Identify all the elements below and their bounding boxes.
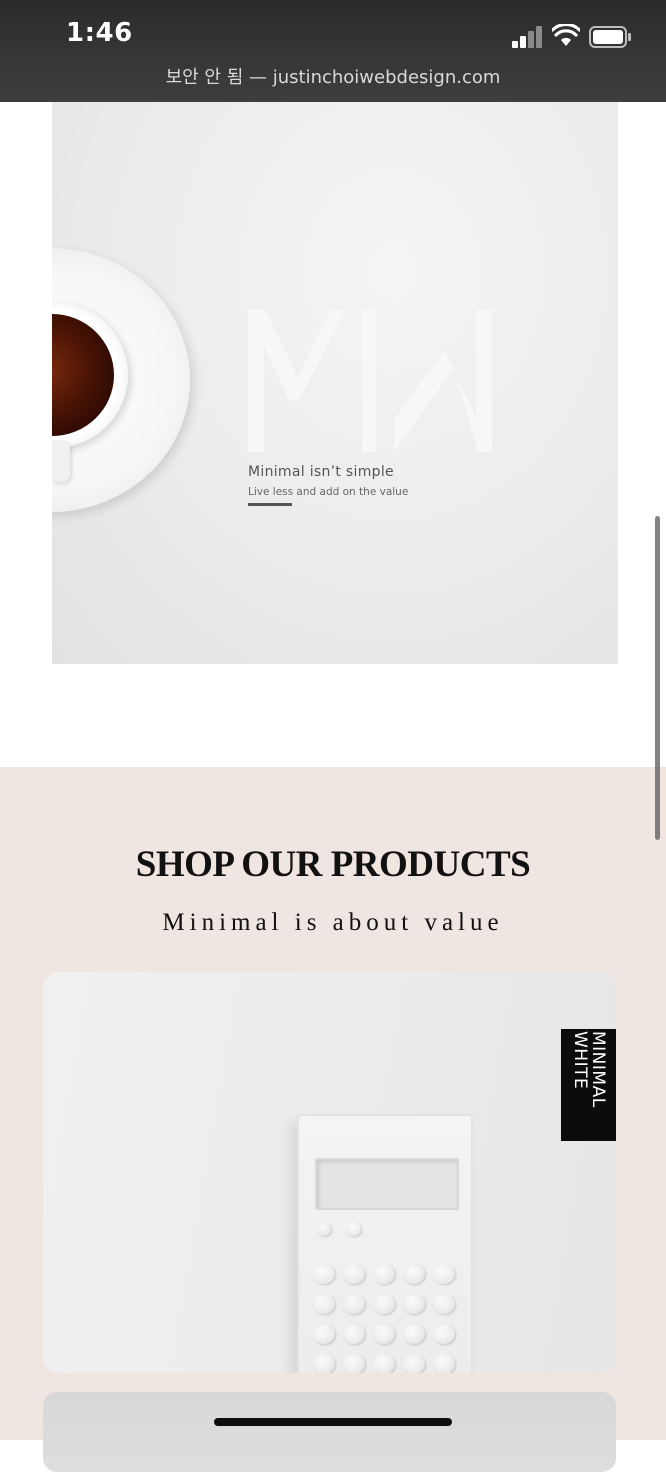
calculator-key	[343, 1324, 365, 1344]
calculator-key	[373, 1324, 395, 1344]
battery-icon	[589, 26, 631, 48]
home-indicator[interactable]	[214, 1418, 452, 1426]
calculator-key	[433, 1294, 455, 1314]
brand-line-1: MINIMAL	[587, 1031, 608, 1108]
wifi-icon	[552, 24, 580, 46]
clock: 1:46	[66, 18, 133, 48]
browser-status-bar: 1:46 보안 안 됨 — justinchoiwebdesign.com	[0, 0, 666, 102]
calculator-button	[347, 1222, 361, 1236]
product-card[interactable]: MINIMAL WHITE	[43, 972, 616, 1373]
calculator-screen	[315, 1158, 459, 1210]
calculator-key	[343, 1264, 365, 1284]
calculator-button	[317, 1222, 331, 1236]
products-section: SHOP OUR PRODUCTS Minimal is about value	[0, 767, 666, 1472]
section-heading: SHOP OUR PRODUCTS	[135, 844, 531, 885]
address-bar-url[interactable]: 보안 안 됨 — justinchoiwebdesign.com	[0, 63, 666, 89]
calculator-key	[403, 1294, 425, 1314]
calculator-key	[373, 1354, 395, 1373]
calculator-key	[433, 1324, 455, 1344]
cellular-signal-icon	[512, 26, 542, 48]
calculator-key	[403, 1264, 425, 1284]
hero-title: Minimal isn’t simple	[248, 464, 394, 480]
hero-subtitle: Live less and add on the value	[248, 486, 409, 498]
calculator-key	[433, 1354, 455, 1373]
calculator-image	[297, 1114, 473, 1373]
cup-handle	[52, 440, 70, 482]
section-subheading: Minimal is about value	[162, 909, 504, 936]
calculator-key	[373, 1264, 395, 1284]
calculator-key	[313, 1324, 335, 1344]
calculator-key	[403, 1354, 425, 1373]
brand-line-2: WHITE	[569, 1031, 590, 1090]
calculator-key	[433, 1264, 455, 1284]
product-card[interactable]	[43, 1392, 616, 1472]
scrollbar[interactable]	[655, 516, 660, 840]
brand-label: MINIMAL WHITE	[561, 1029, 616, 1141]
hero-underline	[248, 503, 292, 506]
brand-text: MINIMAL WHITE	[569, 1031, 608, 1139]
calculator-key	[403, 1324, 425, 1344]
calculator-key	[373, 1294, 395, 1314]
calculator-key	[313, 1294, 335, 1314]
mw-logo	[248, 310, 492, 452]
calculator-key	[343, 1294, 365, 1314]
calculator-key	[313, 1264, 335, 1284]
calculator-key	[343, 1354, 365, 1373]
calculator-key	[313, 1354, 335, 1373]
hero-image: Minimal isn’t simple Live less and add o…	[52, 102, 618, 664]
